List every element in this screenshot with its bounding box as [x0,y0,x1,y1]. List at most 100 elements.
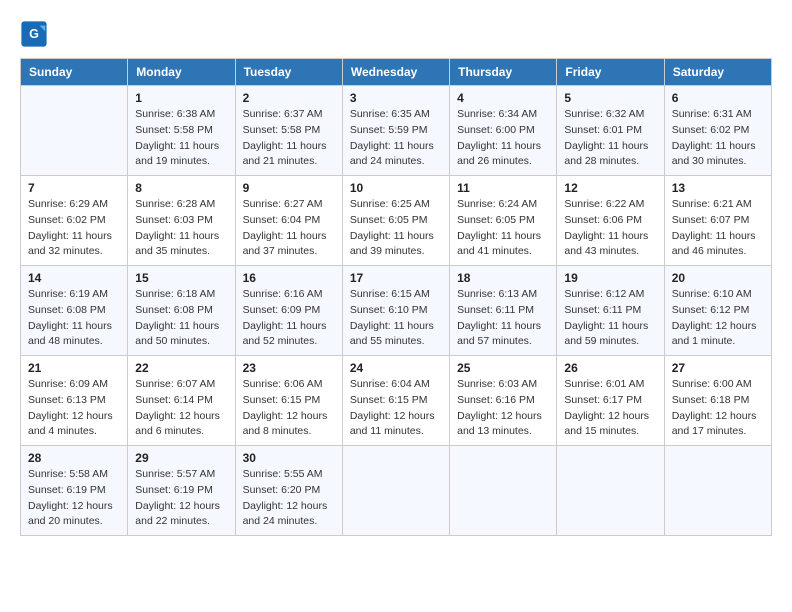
day-number: 29 [135,451,227,465]
day-info: Sunrise: 5:55 AMSunset: 6:20 PMDaylight:… [243,467,335,530]
day-info: Sunrise: 6:27 AMSunset: 6:04 PMDaylight:… [243,197,335,260]
day-number: 1 [135,91,227,105]
day-header-friday: Friday [557,59,664,86]
calendar-cell: 13 Sunrise: 6:21 AMSunset: 6:07 PMDayligh… [664,176,771,266]
calendar-cell: 3 Sunrise: 6:35 AMSunset: 5:59 PMDaylight… [342,86,449,176]
calendar-cell: 11 Sunrise: 6:24 AMSunset: 6:05 PMDayligh… [450,176,557,266]
day-info: Sunrise: 5:58 AMSunset: 6:19 PMDaylight:… [28,467,120,530]
day-number: 21 [28,361,120,375]
day-number: 4 [457,91,549,105]
calendar-cell: 29 Sunrise: 5:57 AMSunset: 6:19 PMDayligh… [128,446,235,536]
day-info: Sunrise: 5:57 AMSunset: 6:19 PMDaylight:… [135,467,227,530]
calendar-week-row: 7 Sunrise: 6:29 AMSunset: 6:02 PMDaylight… [21,176,772,266]
day-info: Sunrise: 6:34 AMSunset: 6:00 PMDaylight:… [457,107,549,170]
day-info: Sunrise: 6:06 AMSunset: 6:15 PMDaylight:… [243,377,335,440]
day-info: Sunrise: 6:35 AMSunset: 5:59 PMDaylight:… [350,107,442,170]
calendar-week-row: 28 Sunrise: 5:58 AMSunset: 6:19 PMDayligh… [21,446,772,536]
day-info: Sunrise: 6:28 AMSunset: 6:03 PMDaylight:… [135,197,227,260]
day-info: Sunrise: 6:13 AMSunset: 6:11 PMDaylight:… [457,287,549,350]
day-number: 25 [457,361,549,375]
calendar-cell [557,446,664,536]
day-header-wednesday: Wednesday [342,59,449,86]
calendar-cell: 25Sunrise: 6:03 AMSunset: 6:16 PMDayligh… [450,356,557,446]
day-info: Sunrise: 6:24 AMSunset: 6:05 PMDaylight:… [457,197,549,260]
day-info: Sunrise: 6:10 AMSunset: 6:12 PMDaylight:… [672,287,764,350]
calendar-cell: 17 Sunrise: 6:15 AMSunset: 6:10 PMDayligh… [342,266,449,356]
day-number: 6 [672,91,764,105]
day-number: 13 [672,181,764,195]
calendar-cell: 12 Sunrise: 6:22 AMSunset: 6:06 PMDayligh… [557,176,664,266]
calendar-week-row: 1Sunrise: 6:38 AMSunset: 5:58 PMDaylight… [21,86,772,176]
calendar-cell: 4 Sunrise: 6:34 AMSunset: 6:00 PMDaylight… [450,86,557,176]
day-number: 17 [350,271,442,285]
calendar-cell: 20 Sunrise: 6:10 AMSunset: 6:12 PMDayligh… [664,266,771,356]
day-number: 18 [457,271,549,285]
day-info: Sunrise: 6:16 AMSunset: 6:09 PMDaylight:… [243,287,335,350]
day-header-thursday: Thursday [450,59,557,86]
day-number: 22 [135,361,227,375]
calendar-cell: 26 Sunrise: 6:01 AMSunset: 6:17 PMDayligh… [557,356,664,446]
day-number: 8 [135,181,227,195]
day-number: 7 [28,181,120,195]
calendar-cell: 30Sunrise: 5:55 AMSunset: 6:20 PMDayligh… [235,446,342,536]
day-number: 9 [243,181,335,195]
day-number: 2 [243,91,335,105]
day-info: Sunrise: 6:37 AMSunset: 5:58 PMDaylight:… [243,107,335,170]
day-number: 26 [564,361,656,375]
day-header-sunday: Sunday [21,59,128,86]
day-number: 15 [135,271,227,285]
calendar-header-row: SundayMondayTuesdayWednesdayThursdayFrid… [21,59,772,86]
day-info: Sunrise: 6:19 AMSunset: 6:08 PMDaylight:… [28,287,120,350]
logo: G [20,20,52,48]
day-number: 12 [564,181,656,195]
calendar-cell: 1Sunrise: 6:38 AMSunset: 5:58 PMDaylight… [128,86,235,176]
day-info: Sunrise: 6:01 AMSunset: 6:17 PMDaylight:… [564,377,656,440]
calendar-cell: 23Sunrise: 6:06 AMSunset: 6:15 PMDayligh… [235,356,342,446]
calendar-week-row: 21 Sunrise: 6:09 AMSunset: 6:13 PMDayligh… [21,356,772,446]
header: G [20,20,772,48]
day-number: 24 [350,361,442,375]
day-number: 19 [564,271,656,285]
day-info: Sunrise: 6:04 AMSunset: 6:15 PMDaylight:… [350,377,442,440]
day-info: Sunrise: 6:09 AMSunset: 6:13 PMDaylight:… [28,377,120,440]
day-info: Sunrise: 6:15 AMSunset: 6:10 PMDaylight:… [350,287,442,350]
day-info: Sunrise: 6:32 AMSunset: 6:01 PMDaylight:… [564,107,656,170]
day-info: Sunrise: 6:12 AMSunset: 6:11 PMDaylight:… [564,287,656,350]
day-header-monday: Monday [128,59,235,86]
calendar-cell: 5 Sunrise: 6:32 AMSunset: 6:01 PMDaylight… [557,86,664,176]
calendar-cell: 24 Sunrise: 6:04 AMSunset: 6:15 PMDayligh… [342,356,449,446]
day-info: Sunrise: 6:18 AMSunset: 6:08 PMDaylight:… [135,287,227,350]
day-header-saturday: Saturday [664,59,771,86]
day-number: 3 [350,91,442,105]
calendar-cell: 22 Sunrise: 6:07 AMSunset: 6:14 PMDayligh… [128,356,235,446]
day-info: Sunrise: 6:22 AMSunset: 6:06 PMDaylight:… [564,197,656,260]
day-number: 28 [28,451,120,465]
calendar-week-row: 14Sunrise: 6:19 AMSunset: 6:08 PMDayligh… [21,266,772,356]
day-info: Sunrise: 6:25 AMSunset: 6:05 PMDaylight:… [350,197,442,260]
day-info: Sunrise: 6:29 AMSunset: 6:02 PMDaylight:… [28,197,120,260]
calendar-cell: 2 Sunrise: 6:37 AMSunset: 5:58 PMDaylight… [235,86,342,176]
logo-icon: G [20,20,48,48]
calendar-body: 1Sunrise: 6:38 AMSunset: 5:58 PMDaylight… [21,86,772,536]
calendar-cell: 27 Sunrise: 6:00 AMSunset: 6:18 PMDayligh… [664,356,771,446]
calendar-table: SundayMondayTuesdayWednesdayThursdayFrid… [20,58,772,536]
day-number: 20 [672,271,764,285]
day-header-tuesday: Tuesday [235,59,342,86]
day-number: 16 [243,271,335,285]
day-info: Sunrise: 6:00 AMSunset: 6:18 PMDaylight:… [672,377,764,440]
day-info: Sunrise: 6:21 AMSunset: 6:07 PMDaylight:… [672,197,764,260]
day-info: Sunrise: 6:07 AMSunset: 6:14 PMDaylight:… [135,377,227,440]
calendar-cell: 9 Sunrise: 6:27 AMSunset: 6:04 PMDaylight… [235,176,342,266]
day-number: 27 [672,361,764,375]
calendar-cell: 28 Sunrise: 5:58 AMSunset: 6:19 PMDayligh… [21,446,128,536]
day-number: 11 [457,181,549,195]
calendar-cell: 10Sunrise: 6:25 AMSunset: 6:05 PMDayligh… [342,176,449,266]
calendar-cell [450,446,557,536]
calendar-cell: 19 Sunrise: 6:12 AMSunset: 6:11 PMDayligh… [557,266,664,356]
calendar-cell: 7 Sunrise: 6:29 AMSunset: 6:02 PMDaylight… [21,176,128,266]
day-number: 5 [564,91,656,105]
calendar-cell: 14Sunrise: 6:19 AMSunset: 6:08 PMDayligh… [21,266,128,356]
calendar-cell: 16 Sunrise: 6:16 AMSunset: 6:09 PMDayligh… [235,266,342,356]
day-info: Sunrise: 6:31 AMSunset: 6:02 PMDaylight:… [672,107,764,170]
svg-text:G: G [29,27,39,41]
